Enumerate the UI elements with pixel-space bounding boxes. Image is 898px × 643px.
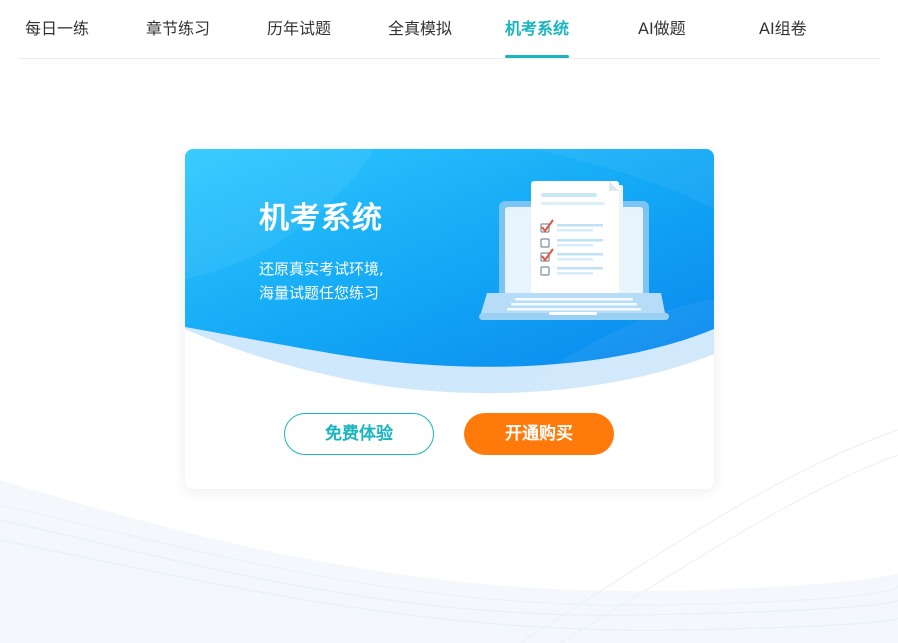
card-title: 机考系统: [259, 201, 383, 236]
card-subtitle: 还原真实考试环境, 海量试题任您练习: [259, 257, 384, 305]
card-subtitle-line1: 还原真实考试环境,: [259, 260, 384, 278]
card-subtitle-line2: 海量试题任您练习: [259, 284, 380, 302]
tab-computer-exam[interactable]: 机考系统: [505, 0, 570, 59]
page: 每日一练 章节练习 历年试题 全真模拟 机考系统 AI做题 AI组卷 机考系统 …: [0, 0, 898, 643]
tab-bar: 每日一练 章节练习 历年试题 全真模拟 机考系统 AI做题 AI组卷: [18, 0, 880, 59]
tab-mock-exam[interactable]: 全真模拟: [388, 0, 452, 59]
tab-past-exams[interactable]: 历年试题: [267, 0, 331, 59]
tab-chapter-practice[interactable]: 章节练习: [146, 0, 210, 59]
tab-ai-practice[interactable]: AI做题: [638, 0, 686, 59]
tab-daily-practice[interactable]: 每日一练: [25, 0, 89, 59]
buy-button[interactable]: 开通购买: [464, 413, 614, 455]
tab-ai-paper[interactable]: AI组卷: [759, 0, 807, 59]
computer-exam-card: 机考系统 还原真实考试环境, 海量试题任您练习 免费体验 开通购买: [185, 149, 714, 489]
free-trial-button[interactable]: 免费体验: [284, 413, 434, 455]
laptop-exam-checklist-icon: [479, 181, 669, 320]
